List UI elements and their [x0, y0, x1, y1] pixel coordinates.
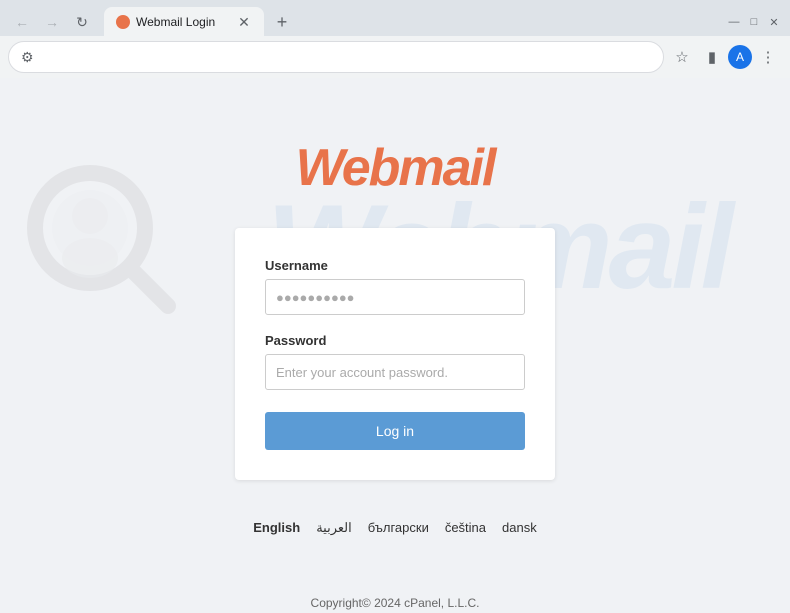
back-button[interactable]: ←	[8, 8, 36, 36]
new-tab-button[interactable]: +	[268, 8, 296, 36]
window-controls-nav: ← → ↻	[8, 8, 96, 36]
omnibox-bar: ⚙ ☆ ▮ A ⋮	[0, 36, 790, 78]
browser-window: ← → ↻ Webmail Login ✕ + — □ ✕ ⚙ ☆ ▮ A	[0, 0, 790, 613]
tab-favicon-icon	[116, 15, 130, 29]
login-button[interactable]: Log in	[265, 412, 525, 450]
username-group: Username	[265, 258, 525, 315]
toolbar-icons: ☆ ▮ A ⋮	[668, 43, 782, 71]
security-icon: ⚙	[21, 49, 34, 66]
lang-bulgarian[interactable]: български	[368, 520, 429, 536]
username-input[interactable]	[265, 279, 525, 315]
window-controls-right: — □ ✕	[726, 14, 782, 30]
lang-danish[interactable]: dansk	[502, 520, 537, 536]
language-bar: English العربية български čeština dansk	[253, 520, 536, 536]
password-label: Password	[265, 333, 525, 348]
address-bar[interactable]: ⚙	[8, 41, 664, 73]
username-label: Username	[265, 258, 525, 273]
menu-button[interactable]: ⋮	[754, 43, 782, 71]
extensions-button[interactable]: ▮	[698, 43, 726, 71]
browser-viewport: Webmail Webmail Username Password	[0, 78, 790, 613]
active-tab[interactable]: Webmail Login ✕	[104, 7, 264, 37]
password-input[interactable]	[265, 354, 525, 390]
close-button[interactable]: ✕	[766, 14, 782, 30]
webmail-logo: Webmail	[296, 138, 495, 198]
minimize-button[interactable]: —	[726, 14, 742, 30]
tab-close-button[interactable]: ✕	[236, 14, 252, 30]
forward-button[interactable]: →	[38, 8, 66, 36]
maximize-button[interactable]: □	[746, 14, 762, 30]
footer: Copyright© 2024 cPanel, L.L.C. Privacy P…	[311, 596, 480, 613]
reload-button[interactable]: ↻	[68, 8, 96, 36]
lang-arabic[interactable]: العربية	[316, 520, 352, 536]
tab-title: Webmail Login	[136, 15, 215, 29]
copyright-text: Copyright© 2024 cPanel, L.L.C.	[311, 596, 480, 610]
bookmark-button[interactable]: ☆	[668, 43, 696, 71]
login-form: Username Password Log in	[235, 228, 555, 480]
login-page: Webmail Username Password Log in	[0, 78, 790, 613]
tab-bar: ← → ↻ Webmail Login ✕ + — □ ✕	[0, 0, 790, 36]
lang-english[interactable]: English	[253, 520, 300, 536]
lang-czech[interactable]: čeština	[445, 520, 486, 536]
logo-area: Webmail	[296, 138, 495, 198]
password-group: Password	[265, 333, 525, 390]
profile-button[interactable]: A	[728, 45, 752, 69]
